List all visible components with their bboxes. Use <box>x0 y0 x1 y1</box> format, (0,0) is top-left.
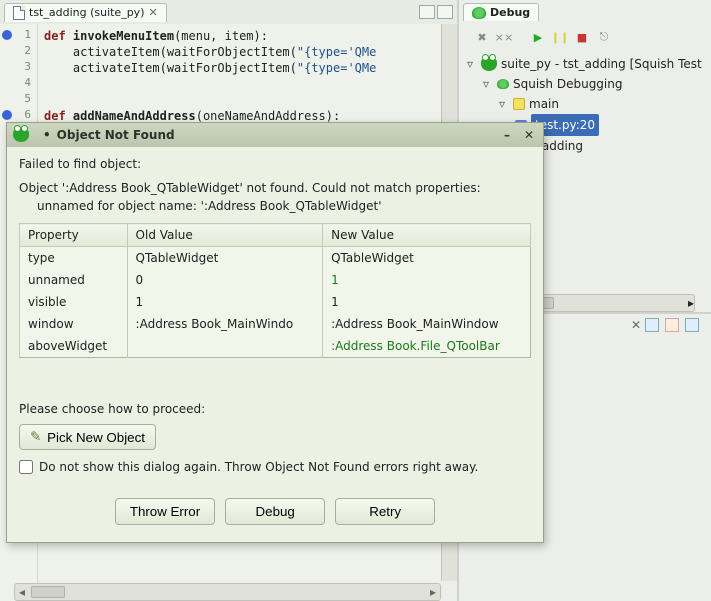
debug-tab[interactable]: Debug <box>463 3 539 21</box>
debug-tabbar: Debug <box>459 0 711 24</box>
cell-new: :Address Book.File_QToolBar <box>323 335 531 358</box>
object-not-found-dialog: • Object Not Found – ✕ Failed to find ob… <box>6 122 544 543</box>
cell-old <box>127 335 323 358</box>
cell-old: QTableWidget <box>127 247 323 270</box>
debug-tab-label: Debug <box>490 6 530 19</box>
cell-new: :Address Book_MainWindow <box>323 313 531 335</box>
suppress-dialog-checkbox[interactable]: Do not show this dialog again. Throw Obj… <box>19 460 531 474</box>
gutter-line[interactable]: 3 <box>0 60 37 76</box>
frog-icon <box>13 128 29 142</box>
editor-tab-label: tst_adding (suite_py) <box>29 6 144 19</box>
cell-property: aboveWidget <box>20 335 128 358</box>
dialog-button-row: Throw Error Debug Retry <box>19 498 531 525</box>
editor-tabbar: tst_adding (suite_py) ✕ <box>0 0 457 24</box>
panel-icon[interactable] <box>665 318 679 332</box>
scroll-left-icon[interactable]: ◂ <box>15 585 29 599</box>
disconnect-icon[interactable]: ⎋ <box>595 28 613 46</box>
maximize-icon[interactable] <box>437 5 453 19</box>
gutter-line[interactable]: 5 <box>0 92 37 108</box>
cell-new: QTableWidget <box>323 247 531 270</box>
horizontal-scrollbar[interactable]: ◂ ▸ <box>14 583 441 601</box>
minimize-icon[interactable] <box>419 5 435 19</box>
debug-button[interactable]: Debug <box>225 498 325 525</box>
scroll-thumb[interactable] <box>31 586 65 598</box>
close-icon[interactable]: ✕ <box>627 318 645 332</box>
terminate-icon[interactable]: ■ <box>573 28 591 46</box>
table-row[interactable]: window:Address Book_MainWindo:Address Bo… <box>20 313 531 335</box>
table-row[interactable]: visible11 <box>20 291 531 313</box>
resume-icon[interactable]: ▶ <box>529 28 547 46</box>
suspend-icon[interactable]: ❙❙ <box>551 28 569 46</box>
bug-icon <box>472 7 486 19</box>
properties-table: Property Old Value New Value typeQTableW… <box>19 223 531 358</box>
dialog-titlebar[interactable]: • Object Not Found – ✕ <box>7 123 543 147</box>
retry-button[interactable]: Retry <box>335 498 435 525</box>
editor-tab[interactable]: tst_adding (suite_py) ✕ <box>4 3 167 22</box>
cell-old: 1 <box>127 291 323 313</box>
tree-item-label[interactable]: main <box>529 94 559 114</box>
col-header[interactable]: Property <box>20 224 128 247</box>
dialog-message: Failed to find object: <box>19 157 531 171</box>
frog-icon <box>481 57 497 71</box>
tree-item-label[interactable]: Squish Debugging <box>513 74 622 94</box>
table-row[interactable]: unnamed01 <box>20 269 531 291</box>
cell-property: type <box>20 247 128 270</box>
gutter-line[interactable]: 2 <box>0 44 37 60</box>
cell-new: 1 <box>323 269 531 291</box>
checkbox-label: Do not show this dialog again. Throw Obj… <box>39 460 478 474</box>
proceed-label: Please choose how to proceed: <box>19 402 531 416</box>
dialog-detail: unnamed for object name: ':Address Book_… <box>19 199 531 213</box>
minimize-icon[interactable]: – <box>499 128 515 142</box>
pick-new-object-label: Pick New Object <box>47 430 145 445</box>
dialog-content: Failed to find object: Object ':Address … <box>7 147 543 525</box>
bug-icon <box>497 79 509 89</box>
panel-icon[interactable] <box>685 318 699 332</box>
close-icon[interactable]: ✕ <box>148 6 157 19</box>
panel-icon[interactable] <box>645 318 659 332</box>
tree-root-label[interactable]: suite_py - tst_adding [Squish Test <box>501 54 702 74</box>
cell-property: window <box>20 313 128 335</box>
gutter-line[interactable]: 1 <box>0 28 37 44</box>
table-row[interactable]: aboveWidget :Address Book.File_QToolBar <box>20 335 531 358</box>
throw-error-button[interactable]: Throw Error <box>115 498 215 525</box>
remove-icon[interactable]: ✖ <box>473 28 491 46</box>
pick-new-object-button[interactable]: ✎ Pick New Object <box>19 424 156 450</box>
dialog-detail: Object ':Address Book_QTableWidget' not … <box>19 181 531 195</box>
twisty-icon[interactable]: ▿ <box>467 54 477 74</box>
cell-old: 0 <box>127 269 323 291</box>
dialog-title: Object Not Found <box>57 128 175 142</box>
cell-property: visible <box>20 291 128 313</box>
cell-new: 1 <box>323 291 531 313</box>
cell-old: :Address Book_MainWindo <box>127 313 323 335</box>
checkbox-input[interactable] <box>19 460 33 474</box>
scroll-right-icon[interactable]: ▸ <box>426 585 440 599</box>
scroll-right-icon[interactable]: ▸ <box>688 296 694 310</box>
close-icon[interactable]: ✕ <box>521 128 537 142</box>
table-row[interactable]: typeQTableWidgetQTableWidget <box>20 247 531 270</box>
gutter-line[interactable]: 4 <box>0 76 37 92</box>
debug-toolbar: ✖ ⨯⨯ ▶ ❙❙ ■ ⎋ <box>459 24 711 50</box>
col-header[interactable]: New Value <box>323 224 531 247</box>
twisty-icon[interactable]: ▿ <box>499 94 509 114</box>
file-icon <box>13 6 25 20</box>
twisty-icon[interactable]: ▿ <box>483 74 493 94</box>
pencil-icon: ✎ <box>30 429 41 445</box>
col-header[interactable]: Old Value <box>127 224 323 247</box>
thread-icon <box>513 98 525 110</box>
remove-all-icon[interactable]: ⨯⨯ <box>495 28 513 46</box>
cell-property: unnamed <box>20 269 128 291</box>
